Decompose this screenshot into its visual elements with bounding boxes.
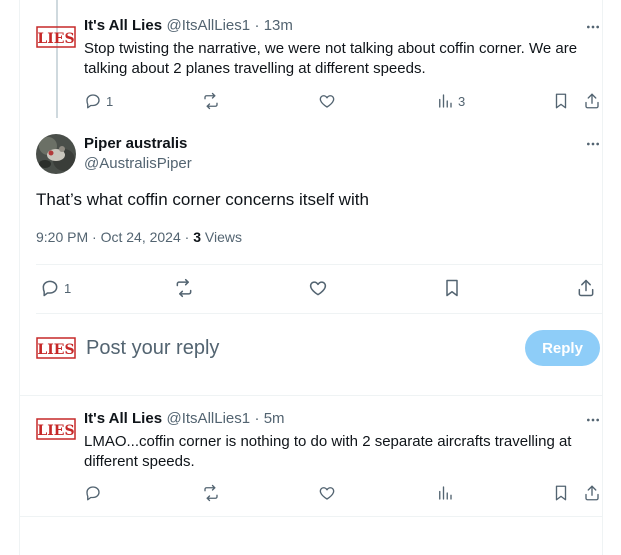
divider [20, 395, 603, 396]
main-bookmark-button[interactable] [442, 278, 462, 298]
tweet2-text: LMAO...coffin corner is nothing to do wi… [84, 433, 572, 470]
share-icon [585, 93, 599, 109]
tweet2-time[interactable]: · 5m [255, 410, 285, 427]
reply-icon [86, 94, 100, 109]
tweet1-header: It's All Lies @ItsAllLies1 · 13m [84, 17, 293, 35]
tweet2-repost-button[interactable] [202, 484, 220, 502]
tweet2-handle[interactable]: @ItsAllLies1 [167, 410, 251, 427]
tweet2-display-name[interactable]: It's All Lies [84, 410, 162, 427]
thread-connector-line [56, 0, 58, 118]
tweet2-share-button[interactable] [583, 484, 601, 502]
tweet1-handle[interactable]: @ItsAllLies1 [167, 17, 251, 34]
divider [36, 313, 603, 314]
main-views-count: 3 [193, 229, 201, 245]
tweet1-like-button[interactable] [318, 92, 336, 110]
repost-icon [176, 278, 192, 298]
piper-avatar[interactable] [36, 134, 76, 174]
main-views-label: Views [204, 229, 242, 245]
main-timestamp[interactable]: 9:20 PM · Oct 24, 2024 · [36, 229, 193, 245]
lies-logo-avatar[interactable]: LIES [36, 24, 76, 50]
tweet1-views-button[interactable]: 3 [436, 92, 465, 110]
repost-icon [204, 92, 218, 110]
main-more-icon[interactable] [584, 135, 602, 153]
views-icon [439, 94, 452, 108]
tweet1-view-count: 3 [458, 93, 466, 109]
composer-lies-logo-avatar[interactable]: LIES [36, 335, 76, 361]
reply-icon [42, 280, 58, 297]
main-repost-button[interactable] [174, 278, 194, 298]
main-tweet-meta: 9:20 PM · Oct 24, 2024 · 3 Views [36, 229, 242, 245]
tweet1-repost-button[interactable] [202, 92, 220, 110]
reply-button[interactable]: Reply [525, 330, 600, 366]
lies-logo-icon: LIES [36, 337, 76, 359]
tweet1-time[interactable]: · 13m [255, 17, 293, 34]
main-handle[interactable]: @AustralisPiper [84, 155, 192, 172]
main-like-button[interactable] [308, 278, 328, 298]
tweet1-display-name[interactable]: It's All Lies [84, 17, 162, 34]
tweet1-text: Stop twisting the narrative, we were not… [84, 40, 578, 77]
bookmark-icon [555, 485, 567, 501]
tweet1-share-button[interactable] [583, 92, 601, 110]
bird-photo-icon [36, 134, 76, 174]
tweet2-like-button[interactable] [318, 484, 336, 502]
tweet2-reply-button[interactable] [84, 484, 102, 502]
main-display-name[interactable]: Piper australis [84, 135, 187, 152]
lies-logo-icon: LIES [36, 418, 76, 440]
share-icon [578, 279, 594, 297]
main-reply-button[interactable]: 1 [40, 278, 71, 298]
svg-text:LIES: LIES [37, 31, 74, 47]
tweet2-header: It's All Lies @ItsAllLies1 · 5m [84, 410, 285, 428]
tweet1-bookmark-button[interactable] [552, 92, 570, 110]
tweet1-reply-button[interactable]: 1 [84, 92, 113, 110]
bookmark-icon [446, 279, 458, 297]
main-share-button[interactable] [576, 278, 596, 298]
heart-icon [319, 95, 335, 108]
divider [20, 516, 603, 517]
tweet1-reply-count: 1 [106, 93, 114, 109]
lies-logo-icon: LIES [36, 26, 76, 48]
main-reply-count: 1 [64, 280, 72, 296]
reply-input[interactable]: Post your reply [86, 337, 219, 360]
bookmark-icon [555, 93, 567, 109]
repost-icon [204, 484, 218, 502]
divider [36, 264, 603, 265]
heart-icon [309, 281, 327, 296]
views-icon [439, 486, 452, 500]
svg-text:LIES: LIES [37, 342, 74, 358]
share-icon [585, 485, 599, 501]
reply-icon [86, 486, 100, 501]
svg-text:LIES: LIES [37, 423, 74, 439]
tweet2-lies-logo-avatar[interactable]: LIES [36, 416, 76, 442]
heart-icon [319, 487, 335, 500]
tweet2-views-button[interactable] [436, 484, 454, 502]
tweet2-bookmark-button[interactable] [552, 484, 570, 502]
tweet1-more-icon[interactable] [584, 18, 602, 36]
main-tweet-text: That’s what coffin corner concerns itsel… [36, 190, 369, 209]
tweet2-more-icon[interactable] [584, 411, 602, 429]
